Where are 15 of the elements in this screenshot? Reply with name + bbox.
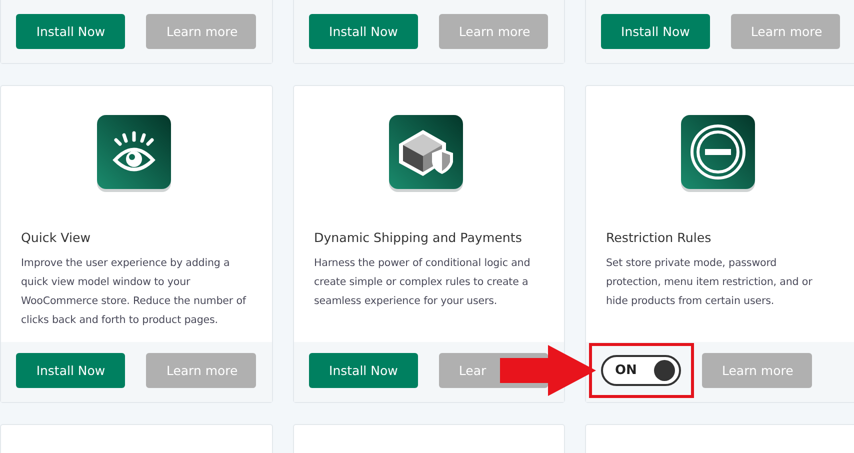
plugin-description: Set store private mode, password protection, menu item restriction, and or hide products from certain users. [606, 256, 814, 309]
install-now-button[interactable]: Install Now [601, 14, 710, 49]
plugin-title: Dynamic Shipping and Payments [314, 230, 523, 245]
toggle-switch[interactable]: ON [601, 355, 681, 386]
install-now-button[interactable]: Install Now [16, 14, 126, 49]
install-now-button[interactable]: Install Now [309, 14, 418, 49]
install-now-button[interactable]: Install Now [309, 353, 418, 388]
plugin-description: Harness the power of conditional logic and create simple or complex rules to create a seamless experience for your users. [314, 256, 532, 309]
arrow-icon [500, 345, 596, 396]
plugin-title: Restriction Rules [606, 230, 712, 245]
plugin-description: Improve the user experience by adding a quick view model window to your WooCommerce store. Reduce the number of clicks back and forth to product pages. [21, 256, 246, 328]
plugin-title: Quick View [21, 230, 92, 245]
box-icon [389, 115, 463, 189]
eye-icon [96, 115, 170, 189]
install-now-button[interactable]: Install Now [16, 353, 126, 388]
